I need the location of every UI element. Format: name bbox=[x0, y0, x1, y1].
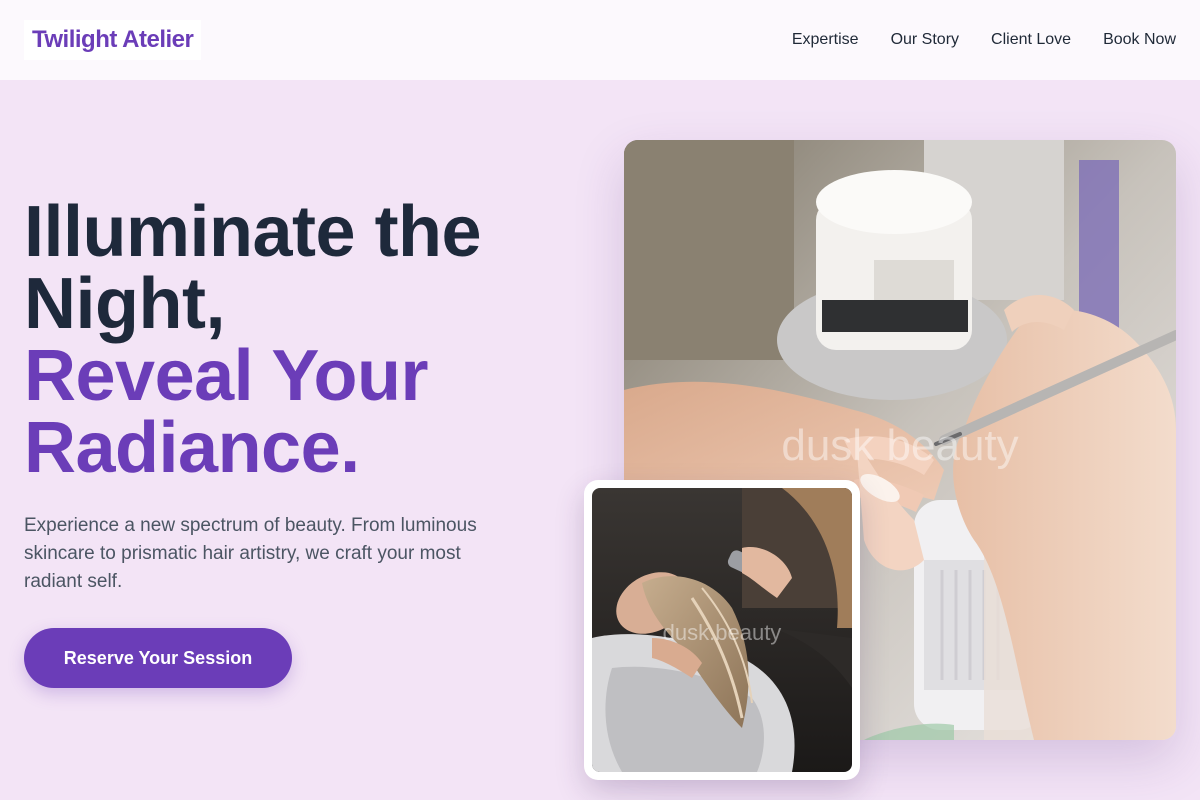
main-photo-watermark: dusk beauty bbox=[781, 421, 1018, 470]
headline-accent-line-1: Reveal Your bbox=[24, 336, 429, 416]
small-photo-watermark: dusk.beauty bbox=[663, 620, 782, 645]
nav-link-client-love[interactable]: Client Love bbox=[991, 31, 1071, 49]
headline-line-1: Illuminate the bbox=[24, 192, 482, 272]
hair-wash-photo-frame: dusk.beauty bbox=[584, 480, 860, 780]
nav-link-our-story[interactable]: Our Story bbox=[891, 31, 959, 49]
brand-logo[interactable]: Twilight Atelier bbox=[24, 20, 202, 60]
hero-copy: Illuminate the Night, Reveal Your Radian… bbox=[24, 196, 544, 688]
nav-link-expertise[interactable]: Expertise bbox=[792, 31, 859, 49]
site-header: Twilight Atelier Expertise Our Story Cli… bbox=[0, 0, 1200, 80]
headline-line-2: Night, bbox=[24, 264, 225, 344]
nav-link-book-now[interactable]: Book Now bbox=[1103, 31, 1176, 49]
reserve-session-button[interactable]: Reserve Your Session bbox=[24, 628, 292, 688]
hero-subtext: Experience a new spectrum of beauty. Fro… bbox=[24, 515, 477, 592]
hero-headline: Illuminate the Night, Reveal Your Radian… bbox=[24, 196, 544, 484]
main-nav: Expertise Our Story Client Love Book Now bbox=[792, 31, 1176, 49]
hair-wash-photo: dusk.beauty bbox=[592, 488, 852, 772]
headline-accent-line-2: Radiance. bbox=[24, 408, 360, 488]
hair-wash-illustration: dusk.beauty bbox=[592, 488, 852, 772]
